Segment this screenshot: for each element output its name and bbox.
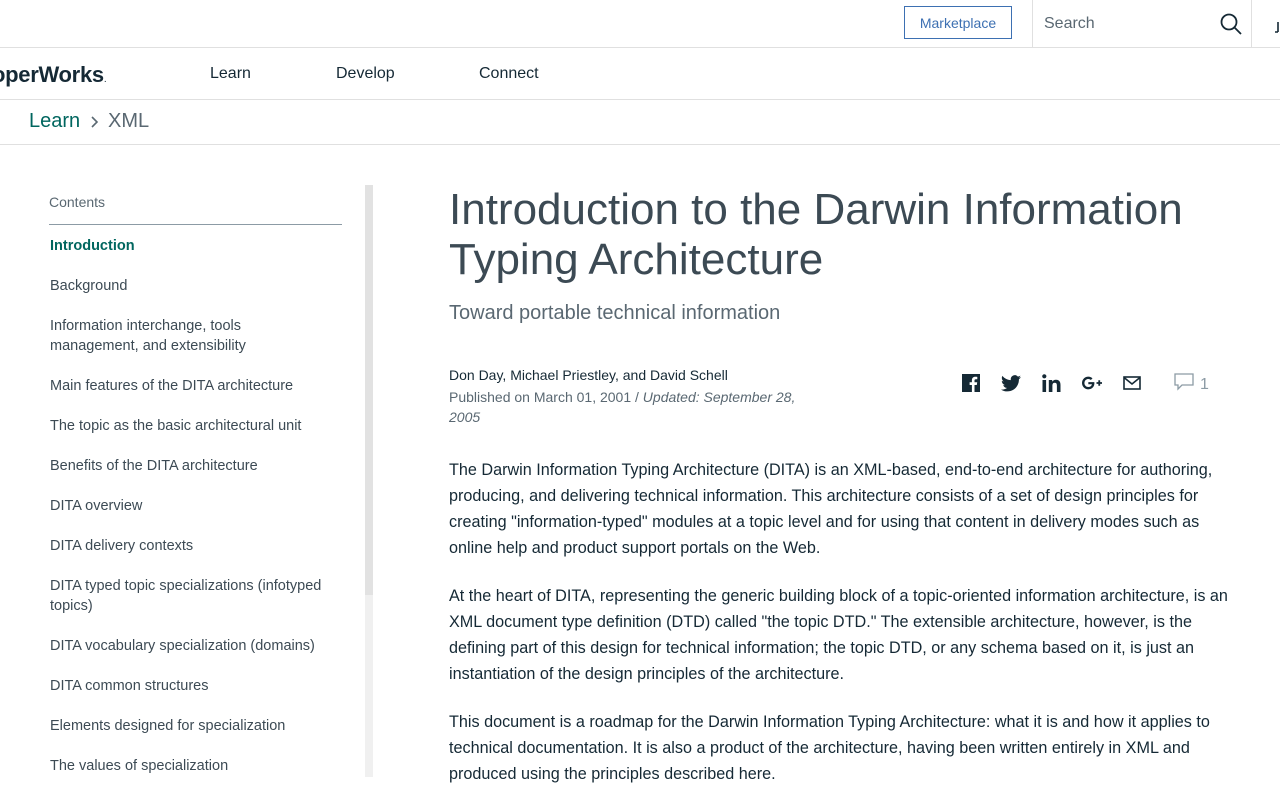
toc-scrollbar-thumb[interactable]	[365, 185, 373, 595]
article-paragraph-3: This document is a roadmap for the Darwi…	[449, 713, 1210, 783]
article-paragraph-1: The Darwin Information Typing Architectu…	[449, 461, 1213, 557]
publication-info: Published on March 01, 2001 / Updated: S…	[449, 387, 819, 427]
breadcrumb-current: XML	[108, 110, 150, 132]
search-icon[interactable]	[1219, 12, 1243, 36]
toc-item-topic-unit[interactable]: The topic as the basic architectural uni…	[50, 416, 350, 436]
breadcrumb-learn-link[interactable]: Learn	[29, 110, 80, 133]
article-authors: Don Day, Michael Priestley, and David Sc…	[449, 367, 728, 383]
developerworks-logo[interactable]: operWorks.	[0, 62, 107, 88]
toc-item-introduction[interactable]: Introduction	[50, 236, 350, 256]
article-title: Introduction to the Darwin Information T…	[449, 185, 1183, 284]
chevron-right-icon	[88, 114, 100, 130]
toc-item-elements-for-specialization[interactable]: Elements designed for specialization	[50, 716, 350, 736]
toc-title: Contents	[49, 194, 106, 210]
marketplace-button[interactable]: Marketplace	[904, 6, 1012, 39]
comment-icon	[1174, 373, 1194, 396]
toc-item-background[interactable]: Background	[50, 276, 350, 296]
top-utility-bar: Marketplace	[0, 0, 1280, 48]
twitter-icon[interactable]	[1001, 373, 1021, 393]
search-input[interactable]	[1044, 12, 1204, 36]
toc-item-dita-overview[interactable]: DITA overview	[50, 496, 350, 516]
published-date: Published on March 01, 2001	[449, 389, 632, 405]
comment-count: 1	[1200, 375, 1209, 393]
toc-divider	[49, 224, 342, 225]
toc-item-common-structures[interactable]: DITA common structures	[50, 676, 350, 696]
toc-item-main-features[interactable]: Main features of the DITA architecture	[50, 376, 350, 396]
table-of-contents: Contents Introduction Background Informa…	[0, 145, 380, 794]
search-box	[1032, 0, 1252, 48]
toc-item-values-of-specialization[interactable]: The values of specialization	[50, 756, 350, 776]
comments-link[interactable]: 1	[1174, 373, 1209, 396]
email-icon[interactable]	[1122, 373, 1142, 393]
logo-mark: .	[103, 74, 107, 85]
nav-learn[interactable]: Learn	[210, 65, 251, 83]
toc-item-vocabulary-specialization[interactable]: DITA vocabulary specialization (domains)	[50, 636, 350, 656]
toc-item-delivery-contexts[interactable]: DITA delivery contexts	[50, 536, 350, 556]
logo-text: operWorks	[0, 62, 104, 87]
google-plus-icon[interactable]	[1082, 373, 1102, 393]
nav-connect[interactable]: Connect	[479, 65, 539, 83]
toc-item-typed-topic-specializations[interactable]: DITA typed topic specializations (infoty…	[50, 576, 345, 616]
article-subtitle: Toward portable technical information	[449, 302, 781, 324]
main-navigation: operWorks. Learn Develop Connect	[0, 48, 1280, 100]
article-paragraph-2: At the heart of DITA, representing the g…	[449, 587, 1228, 683]
profile-icon[interactable]	[1272, 18, 1280, 36]
date-separator: /	[635, 389, 639, 405]
toc-item-benefits[interactable]: Benefits of the DITA architecture	[50, 456, 350, 476]
facebook-icon[interactable]	[961, 373, 981, 393]
toc-item-information-interchange[interactable]: Information interchange, tools managemen…	[50, 316, 290, 356]
linkedin-icon[interactable]	[1041, 373, 1061, 393]
breadcrumb: Learn XML	[0, 100, 1280, 145]
nav-develop[interactable]: Develop	[336, 65, 395, 83]
